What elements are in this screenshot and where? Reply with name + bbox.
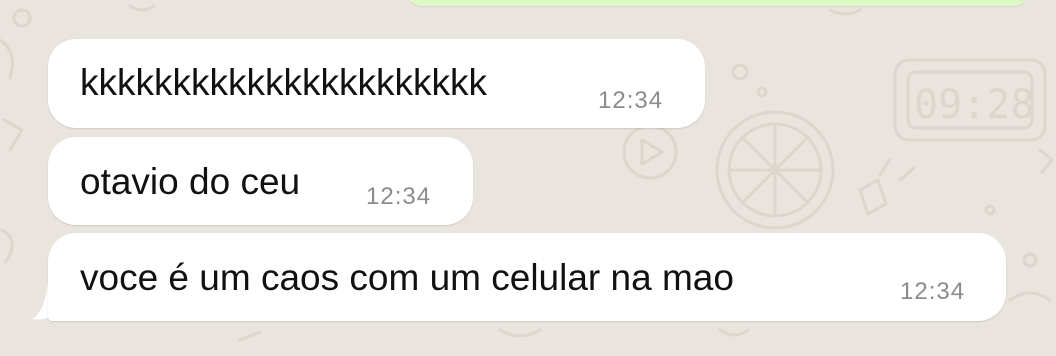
message-text: voce é um caos com um celular na mao	[80, 257, 734, 298]
message-timestamp: 12:34	[598, 87, 664, 114]
incoming-message-bubble[interactable]: kkkkkkkkkkkkkkkkkkkkkk 12:34	[48, 39, 705, 128]
message-text: otavio do ceu	[80, 161, 301, 202]
message-timestamp: 12:34	[900, 278, 966, 305]
clock-doodle-text: 09:28	[914, 82, 1034, 128]
incoming-message-bubble[interactable]: voce é um caos com um celular na mao 12:…	[48, 233, 1006, 321]
lemon-slice-doodle-icon	[715, 110, 835, 230]
outgoing-message-bubble-edge	[408, 0, 1028, 6]
message-timestamp: 12:34	[366, 183, 432, 210]
incoming-message-bubble[interactable]: otavio do ceu 12:34	[48, 137, 473, 225]
clock-doodle-icon: 09:28	[893, 58, 1047, 142]
message-text: kkkkkkkkkkkkkkkkkkkkkk	[80, 62, 487, 103]
play-doodle-icon	[622, 124, 678, 180]
